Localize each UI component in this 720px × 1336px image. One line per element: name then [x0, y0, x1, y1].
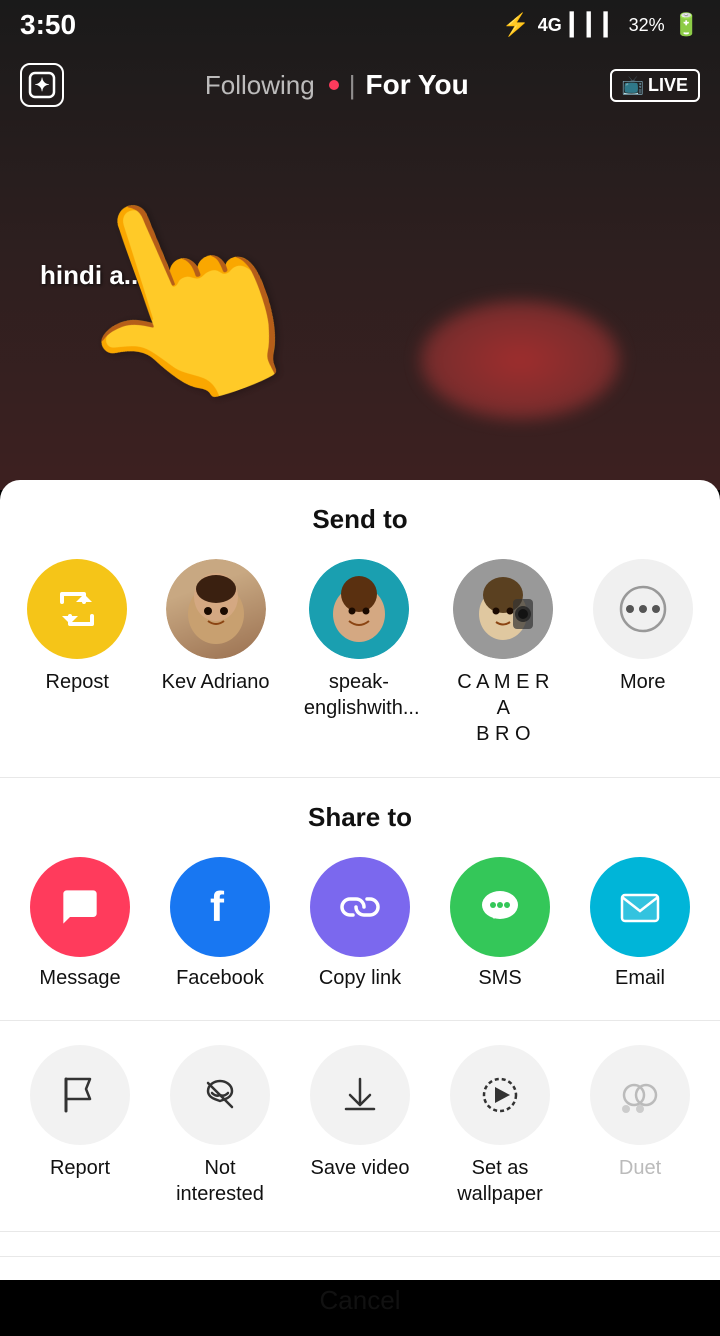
send-item-speak[interactable]: speak-englishwith... — [304, 559, 414, 747]
live-button[interactable]: 📺 LIVE — [610, 69, 700, 102]
send-to-row: Repost Kev Adriano — [0, 559, 720, 747]
share-item-sms[interactable]: SMS — [450, 857, 550, 990]
send-label-repost: Repost — [46, 669, 109, 695]
action-label-not-interested: Notinterested — [176, 1155, 264, 1207]
status-icons: ⚡ 4G ▎▎▎ 32% 🔋 — [502, 12, 700, 38]
live-dot — [329, 80, 339, 90]
send-label-kev: Kev Adriano — [162, 669, 270, 695]
copy-link-icon — [310, 857, 410, 957]
divider-1 — [0, 777, 720, 778]
battery-shape-icon: 🔋 — [673, 12, 700, 38]
share-item-email[interactable]: Email — [590, 857, 690, 990]
more-avatar — [593, 559, 693, 659]
set-wallpaper-icon — [450, 1045, 550, 1145]
action-item-not-interested[interactable]: Notinterested — [170, 1045, 270, 1207]
bottom-sheet: Send to Repost — [0, 480, 720, 1280]
action-label-report: Report — [50, 1155, 110, 1181]
action-item-set-wallpaper[interactable]: Set aswallpaper — [450, 1045, 550, 1207]
share-item-facebook[interactable]: f Facebook — [170, 857, 270, 990]
network-icon: 4G — [538, 15, 562, 36]
status-time: 3:50 — [20, 9, 76, 41]
signal-icon: ▎▎▎ — [570, 12, 621, 38]
message-icon — [30, 857, 130, 957]
send-to-title: Send to — [0, 504, 720, 535]
divider-2 — [0, 1020, 720, 1021]
share-label-message: Message — [39, 967, 120, 990]
send-item-repost[interactable]: Repost — [27, 559, 127, 747]
action-item-report[interactable]: Report — [30, 1045, 130, 1207]
speak-avatar — [309, 559, 409, 659]
send-item-camera[interactable]: C A M E R AB R O — [448, 559, 558, 747]
report-icon — [30, 1045, 130, 1145]
share-to-row: Message f Facebook Copy link — [0, 857, 720, 990]
not-interested-icon — [170, 1045, 270, 1145]
share-to-title: Share to — [0, 802, 720, 833]
email-icon — [590, 857, 690, 957]
kev-avatar — [166, 559, 266, 659]
share-label-facebook: Facebook — [176, 967, 264, 990]
repost-avatar — [27, 559, 127, 659]
battery-icon: 32% — [629, 15, 665, 36]
top-nav: ✦ Following | For You 📺 LIVE — [0, 50, 720, 120]
action-item-save-video[interactable]: Save video — [310, 1045, 410, 1207]
sms-icon — [450, 857, 550, 957]
send-label-more: More — [620, 669, 666, 695]
save-video-icon — [310, 1045, 410, 1145]
action-label-set-wallpaper: Set aswallpaper — [457, 1155, 543, 1207]
live-tv-icon: 📺 — [622, 75, 644, 96]
nav-tabs: Following | For You — [205, 69, 469, 101]
video-bg-blob — [420, 300, 620, 420]
share-label-email: Email — [615, 967, 665, 990]
send-label-speak: speak-englishwith... — [304, 669, 414, 721]
camera-avatar — [453, 559, 553, 659]
divider-3 — [0, 1231, 720, 1232]
facebook-icon: f — [170, 857, 270, 957]
status-bar: 3:50 ⚡ 4G ▎▎▎ 32% 🔋 — [0, 0, 720, 50]
send-item-kev[interactable]: Kev Adriano — [162, 559, 270, 747]
share-label-sms: SMS — [478, 967, 521, 990]
add-effects-button[interactable]: ✦ — [20, 63, 64, 107]
cancel-button[interactable]: Cancel — [0, 1256, 720, 1336]
share-label-copylink: Copy link — [319, 967, 401, 990]
following-tab[interactable]: Following — [205, 70, 315, 101]
share-item-message[interactable]: Message — [30, 857, 130, 990]
send-label-camera: C A M E R AB R O — [448, 669, 558, 747]
for-you-tab[interactable]: For You — [365, 69, 468, 101]
live-label: LIVE — [648, 75, 688, 96]
action-row: Report Notinterested Save — [0, 1045, 720, 1207]
svg-text:✦: ✦ — [34, 75, 49, 95]
action-item-duet: Duet — [590, 1045, 690, 1207]
action-label-duet: Duet — [619, 1155, 661, 1181]
send-item-more[interactable]: More — [593, 559, 693, 747]
share-item-copylink[interactable]: Copy link — [310, 857, 410, 990]
action-label-save-video: Save video — [311, 1155, 410, 1181]
svg-text:f: f — [210, 883, 225, 930]
bluetooth-icon: ⚡ — [502, 12, 529, 38]
duet-icon — [590, 1045, 690, 1145]
hand-pointer-icon: 👆 — [27, 144, 341, 450]
